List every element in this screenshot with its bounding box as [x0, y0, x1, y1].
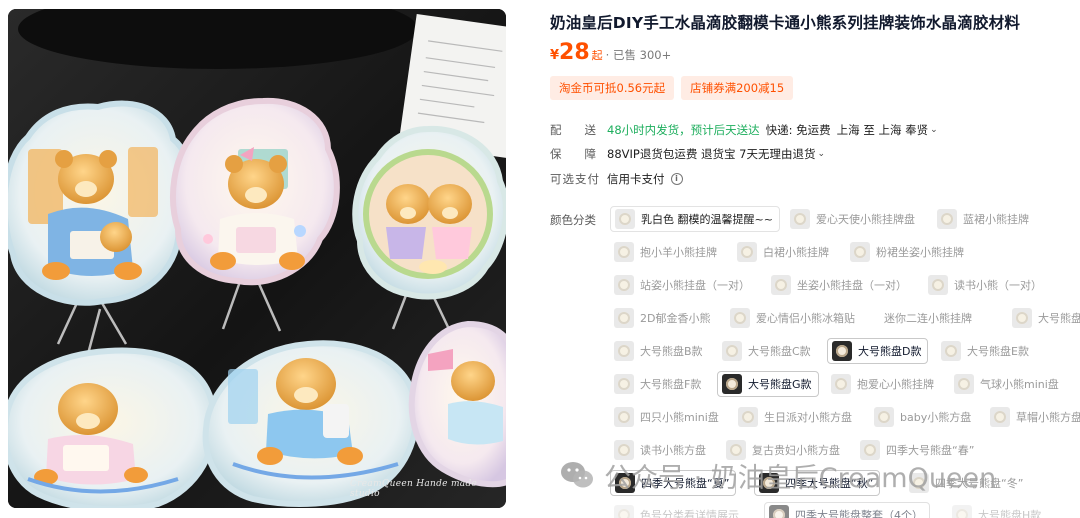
thumbnail [771, 275, 791, 295]
thumbnail [1012, 308, 1032, 328]
image-caption: CreamQueen Hande made studio [350, 479, 478, 499]
coupon-taojinbi[interactable]: 淘金币可抵0.56元起 [550, 76, 675, 100]
color-option[interactable]: 读书小熊（一对） [924, 272, 1048, 298]
color-option[interactable]: 抱爱心小熊挂牌 [827, 371, 940, 397]
thumbnail [614, 242, 634, 262]
payment-row: 可选支付 信用卡支付 i [550, 170, 683, 188]
express-fee: 快递: 免运费 [765, 123, 831, 137]
color-option[interactable]: 坐姿小熊挂盘（一对） [767, 272, 913, 298]
thumbnail [928, 275, 948, 295]
color-option[interactable]: 大号熊盘B款 [610, 338, 709, 364]
thumbnail [726, 440, 746, 460]
color-option[interactable]: 大号熊盘 [1008, 305, 1080, 331]
color-option[interactable]: 2D郁金香小熊 [610, 305, 716, 331]
guarantee-row: 保障 88VIP退货包运费 退货宝 7天无理由退货 ⌄ [550, 145, 825, 163]
delivery-speed: 48小时内发货，预计后天送达 [607, 123, 760, 137]
color-option[interactable]: 四季大号熊盘“春” [856, 437, 980, 463]
thumbnail [614, 505, 634, 518]
color-option[interactable]: 四季大号熊盘“夏” [610, 470, 737, 496]
guarantee-label: 保障 [550, 147, 619, 161]
color-option[interactable]: 读书小熊方盘 [610, 437, 712, 463]
product-image[interactable]: CreamQueen Hande made studio [8, 9, 506, 508]
info-icon[interactable]: i [670, 173, 683, 185]
thumbnail [832, 341, 852, 361]
thumbnail [860, 440, 880, 460]
price-row: ¥ 28 起 · 已售 300+ [550, 42, 671, 68]
chevron-down-icon[interactable]: ⌄ [930, 125, 938, 135]
color-label: 颜色分类 [550, 213, 596, 227]
color-option[interactable]: 大号熊盘H款 [948, 502, 1047, 518]
color-option[interactable]: 复古贵妇小熊方盘 [722, 437, 846, 463]
thumbnail [952, 505, 972, 518]
color-option[interactable]: 四只小熊mini盘 [610, 404, 725, 430]
thumbnail [790, 209, 810, 229]
thumbnail [737, 242, 757, 262]
guarantee-text[interactable]: 88VIP退货包运费 退货宝 7天无理由退货 [607, 146, 815, 162]
coupon-list: 淘金币可抵0.56元起 店铺券满200减15 [550, 76, 794, 100]
thumbnail [615, 473, 635, 493]
color-option[interactable]: 蓝裙小熊挂牌 [933, 206, 1035, 232]
delivery-route[interactable]: 上海 至 上海 奉贤 [837, 122, 928, 138]
sold-count: · 已售 300+ [605, 48, 672, 62]
thumbnail [954, 374, 974, 394]
color-option[interactable]: 大号熊盘E款 [937, 338, 1035, 364]
thumbnail [874, 407, 894, 427]
thumbnail [831, 374, 851, 394]
color-option[interactable]: 大号熊盘D款 [827, 338, 929, 364]
thumbnail [730, 308, 750, 328]
thumbnail [759, 473, 779, 493]
payment-text: 信用卡支付 [607, 172, 665, 186]
thumbnail [614, 440, 634, 460]
product-info-panel: 奶油皇后DIY手工水晶滴胶翻模卡通小熊系列挂牌装饰水晶滴胶材料 ¥ 28 起 ·… [550, 0, 1080, 518]
color-option[interactable]: 粉裙坐姿小熊挂牌 [846, 239, 970, 265]
chevron-down-icon[interactable]: ⌄ [817, 149, 825, 159]
thumbnail [937, 209, 957, 229]
color-option[interactable]: 爱心天使小熊挂牌盘 [786, 206, 921, 232]
payment-label: 可选支付 [550, 172, 600, 186]
thumbnail [941, 341, 961, 361]
thumbnail [990, 407, 1010, 427]
thumbnail [614, 308, 634, 328]
color-option[interactable]: baby小熊方盘 [870, 404, 977, 430]
color-option[interactable]: 四季大号熊盘整套（4个） [764, 502, 930, 518]
price-suffix: 起 [591, 49, 603, 62]
thumbnail [614, 407, 634, 427]
thumbnail [769, 505, 789, 518]
delivery-row: 配送 48小时内发货，预计后天送达 快递: 免运费 上海 至 上海 奉贤 ⌄ [550, 121, 938, 139]
color-option[interactable]: 生日派对小熊方盘 [734, 404, 858, 430]
color-option[interactable]: 抱小羊小熊挂牌 [610, 239, 723, 265]
thumbnail [614, 341, 634, 361]
thumbnail [738, 407, 758, 427]
thumbnail [615, 209, 635, 229]
thumbnail [909, 473, 929, 493]
color-option[interactable]: 爱心情侣小熊冰箱贴 [726, 305, 861, 331]
thumbnail [722, 374, 742, 394]
thumbnail [614, 374, 634, 394]
color-option[interactable]: 乳白色 翻模的温馨提醒~~ [610, 206, 780, 232]
color-option[interactable]: 色号分类看详情展示 [610, 502, 745, 518]
product-title: 奶油皇后DIY手工水晶滴胶翻模卡通小熊系列挂牌装饰水晶滴胶材料 [550, 14, 1021, 32]
bear-plaques-illustration [8, 9, 506, 508]
color-option[interactable]: 迷你二连小熊挂牌 [880, 305, 978, 331]
delivery-label: 配送 [550, 123, 619, 137]
color-option[interactable]: 大号熊盘F款 [610, 371, 707, 397]
color-option[interactable]: 站姿小熊挂盘（一对） [610, 272, 756, 298]
color-option[interactable]: 大号熊盘G款 [717, 371, 819, 397]
currency-symbol: ¥ [550, 48, 560, 63]
color-option[interactable]: 大号熊盘C款 [718, 338, 817, 364]
thumbnail [722, 341, 742, 361]
thumbnail [614, 275, 634, 295]
color-option[interactable]: 白裙小熊挂牌 [733, 239, 835, 265]
color-option[interactable]: 气球小熊mini盘 [950, 371, 1065, 397]
color-option[interactable]: 草帽小熊方盘 [986, 404, 1080, 430]
color-option[interactable]: 四季大号熊盘“冬” [905, 470, 1029, 496]
thumbnail [850, 242, 870, 262]
color-option[interactable]: 四季大号熊盘“秋” [754, 470, 881, 496]
price: 28 [559, 40, 590, 65]
coupon-store[interactable]: 店铺券满200减15 [681, 76, 794, 100]
